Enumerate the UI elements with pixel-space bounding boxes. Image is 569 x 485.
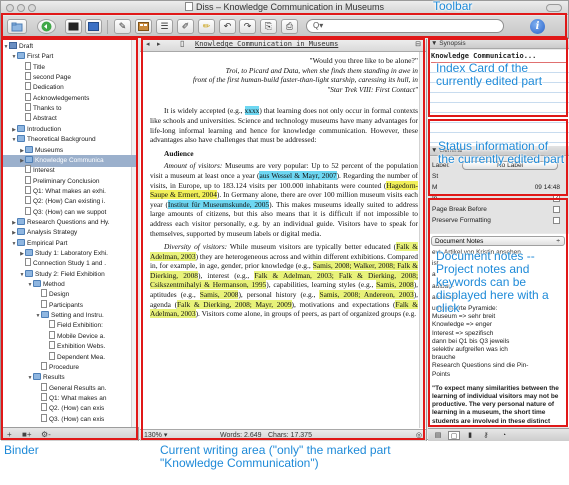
editor-highlight-box (141, 38, 425, 440)
bookmark-tab-icon[interactable]: ▮ (464, 431, 476, 440)
notes-annotation: Document notes -- Project notes and keyw… (436, 249, 549, 315)
index-card-annotation: Index Card of the currently edited part (436, 61, 543, 88)
status-annotation: Status information of the currently edit… (438, 139, 565, 166)
toolbar-annotation: Toolbar (433, 0, 473, 13)
screenshot-root: Diss – Knowledge Communication in Museum… (0, 0, 569, 485)
window-title: Diss – Knowledge Communication in Museum… (1, 2, 568, 12)
toolbar-highlight-box (1, 13, 567, 38)
notes-tab-icon[interactable]: ▤ (432, 431, 444, 440)
writing-area-annotation: Current writing area ("only" the marked … (160, 443, 391, 470)
references-tab-icon[interactable]: ▢ (448, 431, 460, 440)
snapshot-tab-icon[interactable]: ◔ (498, 431, 510, 440)
inspector-footer: ▤ ▢ ▮ ⚷ ◔ (428, 428, 569, 441)
binder-highlight-box (1, 38, 138, 440)
document-proxy-icon (184, 2, 193, 11)
key-tab-icon[interactable]: ⚷ (480, 431, 492, 440)
toolbar-toggle-button[interactable] (546, 4, 562, 12)
binder-annotation: Binder (4, 443, 39, 457)
